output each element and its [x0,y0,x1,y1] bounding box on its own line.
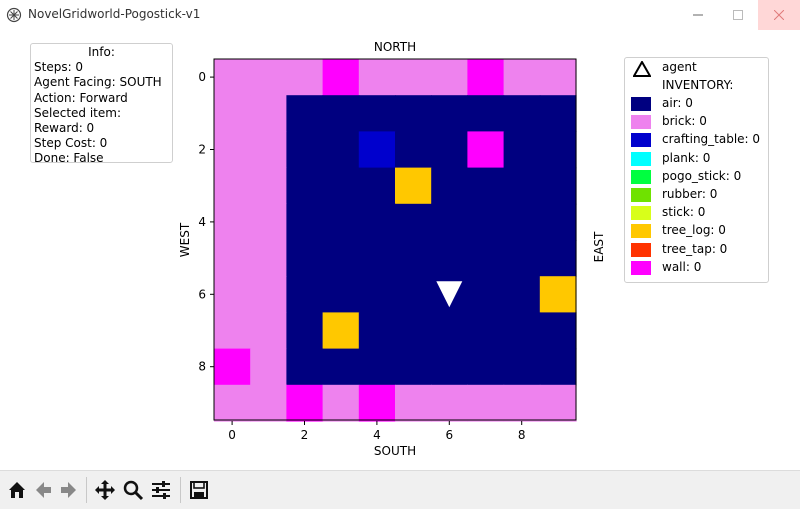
legend-swatch [631,206,651,221]
back-button[interactable] [32,479,54,501]
minimize-icon [693,14,703,16]
configure-button[interactable] [150,479,172,501]
info-steps: Steps: 0 [34,60,84,75]
legend-swatch [631,151,651,166]
navigation-toolbar [0,470,800,509]
legend-label: stick: 0 [662,205,706,220]
legend-label: wall: 0 [662,259,702,274]
pan-icon [95,480,115,500]
legend-item: plank: 0 [625,151,770,169]
legend-item: rubber: 0 [625,187,770,205]
legend-panel: agent INVENTORY: air: 0 brick: 0 crafting_… [624,57,769,283]
window-titlebar: NovelGridworld-Pogostick-v1 [0,0,800,31]
forward-button[interactable] [58,479,80,501]
back-icon [36,482,51,498]
window-title: NovelGridworld-Pogostick-v1 [28,7,201,21]
app-icon [6,7,22,23]
save-icon [190,481,208,499]
info-agent-facing: Agent Facing: SOUTH [34,75,162,90]
legend-label: pogo_stick: 0 [662,168,742,183]
legend-item: air: 0 [625,96,770,114]
legend-label: air: 0 [662,96,693,110]
forward-icon [61,482,76,498]
minimize-button[interactable] [678,0,718,30]
legend-label: rubber: 0 [662,187,718,201]
info-done: Done: False [34,151,104,166]
legend-swatch [631,169,651,184]
save-button[interactable] [188,479,210,501]
zoom-icon [123,480,144,501]
pan-button[interactable] [94,479,116,501]
close-button[interactable] [758,0,800,30]
zoom-button[interactable] [122,479,144,501]
legend-item: pogo_stick: 0 [625,169,770,187]
info-step-cost: Step Cost: 0 [34,136,108,151]
legend-swatch [631,97,651,111]
info-reward: Reward: 0 [34,121,95,136]
legend-swatch [631,242,651,257]
toolbar-separator [180,477,181,503]
legend-swatch [631,188,651,202]
legend-label: crafting_table: 0 [662,132,761,147]
close-icon [774,10,784,20]
legend-label: tree_tap: 0 [662,241,728,256]
info-title: Info: [88,45,115,59]
legend-item: wall: 0 [625,260,770,278]
legend-inventory-label: INVENTORY: [662,78,734,92]
legend-item: tree_tap: 0 [625,242,770,260]
maximize-icon [733,10,743,20]
agent-triangle-icon [633,61,651,77]
home-button[interactable] [6,479,28,501]
info-action: Action: Forward [34,90,128,105]
legend-item: tree_log: 0 [625,223,770,241]
legend-label: plank: 0 [662,150,711,165]
maximize-button[interactable] [718,0,758,30]
legend-item: stick: 0 [625,205,770,223]
legend-swatch [631,224,651,239]
info-selected-item: Selected item: [34,105,121,120]
legend-item: crafting_table: 0 [625,132,770,150]
legend-label: brick: 0 [662,114,707,129]
legend-swatch [631,115,651,130]
home-icon [9,482,25,498]
legend-agent: agent [625,60,770,78]
legend-agent-label: agent [662,60,697,74]
legend-label: tree_log: 0 [662,223,726,238]
configure-icon [152,481,170,499]
info-panel: Info: Steps: 0 Agent Facing: SOUTH Actio… [30,43,173,166]
legend-item: brick: 0 [625,114,770,132]
toolbar-separator [86,477,87,503]
legend-swatch [631,260,651,275]
legend-swatch [631,133,651,148]
legend-inventory-header: INVENTORY: [625,78,770,96]
